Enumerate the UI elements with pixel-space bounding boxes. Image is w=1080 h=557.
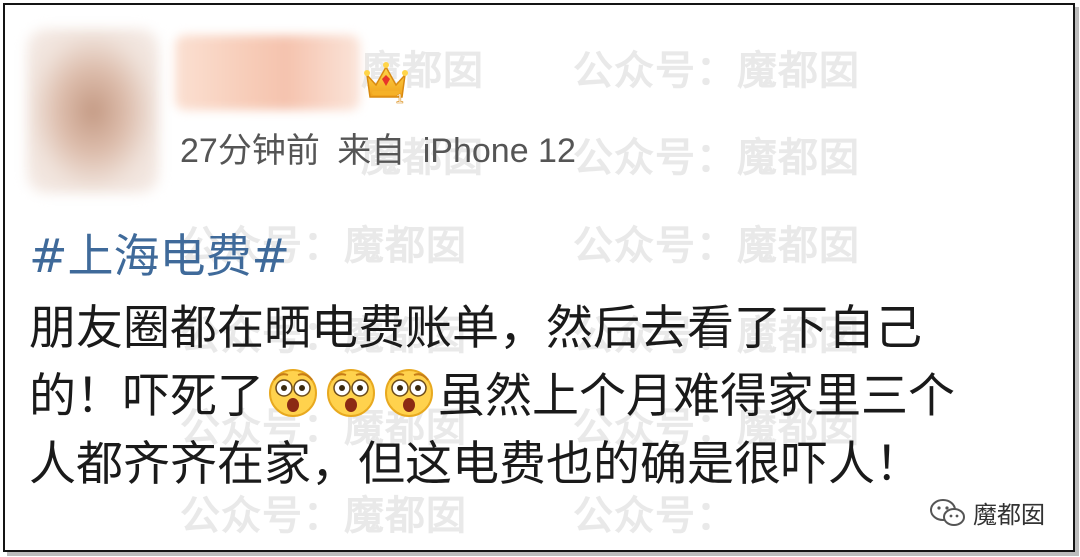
post-text: 虽然上个月难得家里三个	[438, 369, 955, 424]
hashtag-link[interactable]: #上海电费#	[29, 220, 290, 286]
account-name: 魔都囡	[973, 501, 1045, 529]
weibo-post-card: 魔都囡 公众号：魔都囡 公众号：魔都囡 魔都囡 公众号：魔都囡 公众号：魔都囡 …	[3, 3, 1075, 552]
watermark-text: 公众号：魔都囡	[573, 135, 860, 181]
account-signature: 魔都囡	[929, 495, 1045, 530]
post-line: 朋友圈都在晒电费账单，然后去看了下自己	[29, 301, 922, 356]
post-text: 的！吓死了	[29, 369, 264, 424]
post-body: 朋友圈都在晒电费账单，然后去看了下自己 的！吓死了 虽然上个月难得家里三个 人都…	[29, 295, 1059, 499]
avatar[interactable]	[27, 29, 159, 193]
watermark-text: 公众号：魔都囡	[573, 223, 860, 269]
badge-level: 1	[396, 91, 403, 105]
shocked-face-icon	[269, 369, 317, 417]
post-meta: 27分钟前 来自 iPhone 12	[180, 123, 576, 172]
post-line: 的！吓死了 虽然上个月难得家里三个	[29, 363, 1059, 431]
shocked-face-icon	[327, 369, 375, 417]
watermark-text: 公众号：魔都囡	[573, 48, 860, 94]
source-prefix: 来自	[337, 132, 406, 170]
wechat-icon	[930, 498, 965, 526]
post-line: 人都齐齐在家，但这电费也的确是很吓人！	[29, 437, 922, 492]
crown-icon: 1	[364, 62, 408, 105]
source-device[interactable]: iPhone 12	[423, 132, 576, 171]
post-time: 27分钟前	[180, 132, 320, 170]
shocked-face-icon	[385, 369, 433, 417]
username-blurred[interactable]	[175, 35, 360, 110]
